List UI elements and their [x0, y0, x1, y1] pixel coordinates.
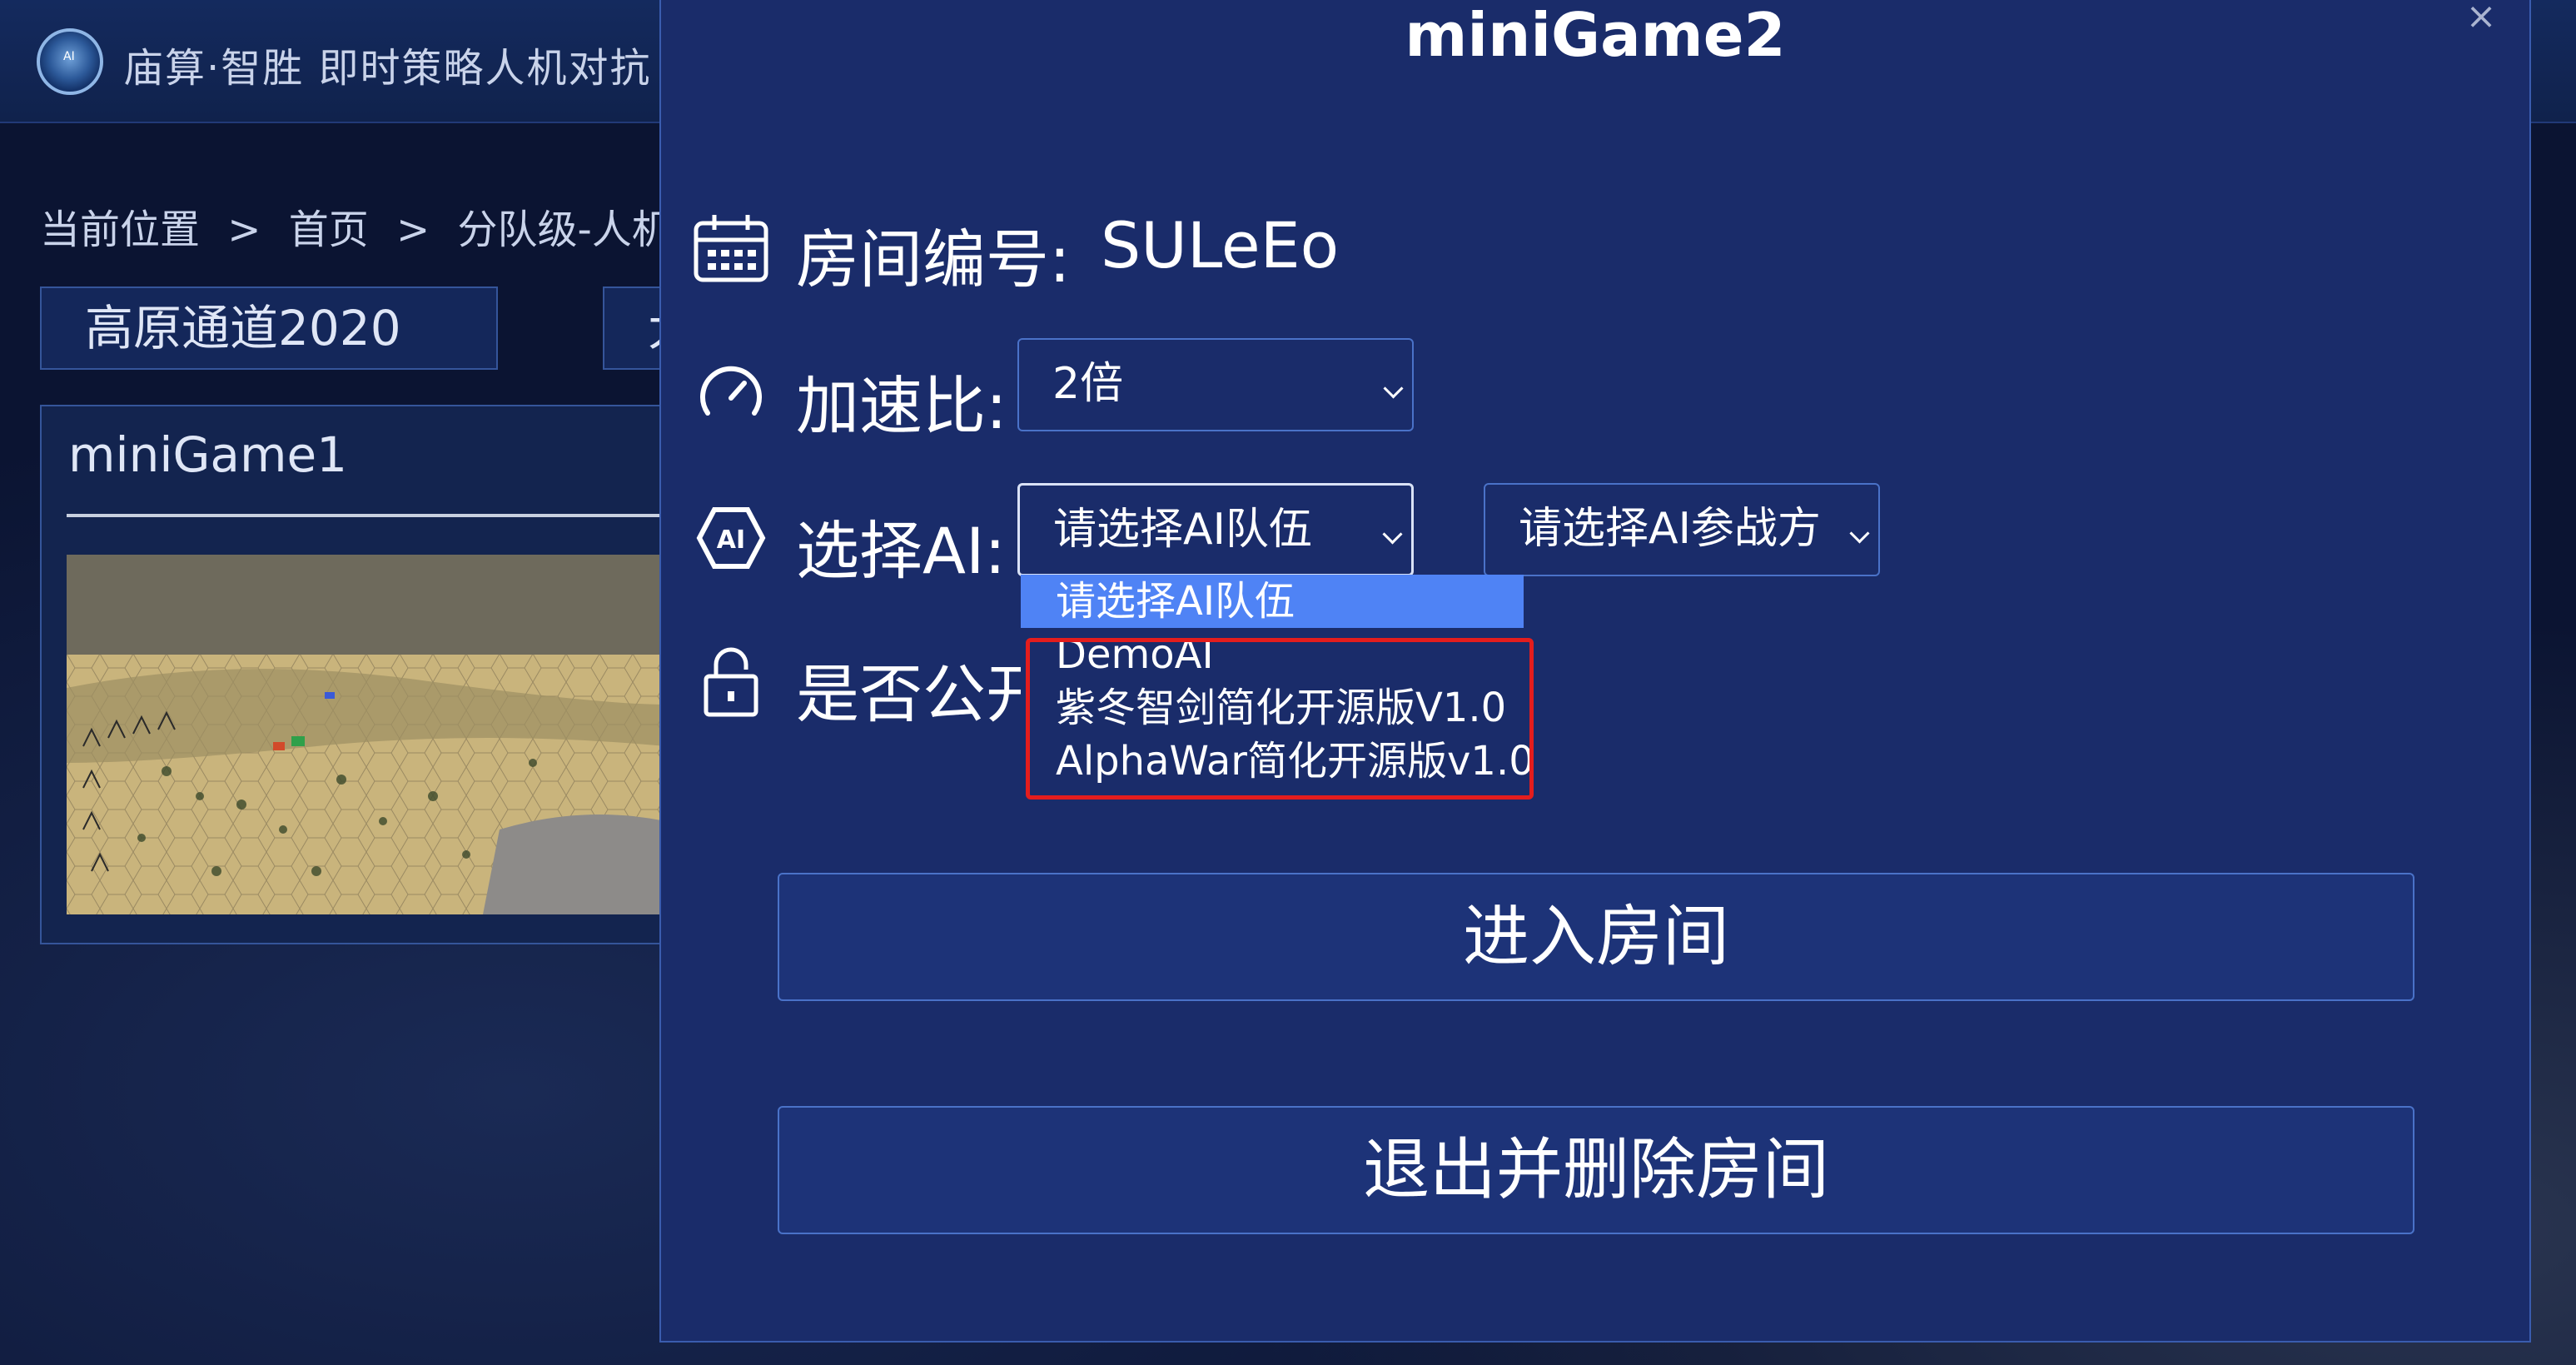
map-tab-gaoyuan[interactable]: 高原通道2020: [40, 286, 498, 370]
calendar-icon: [693, 213, 769, 283]
exit-delete-room-button[interactable]: 退出并删除房间: [778, 1106, 2414, 1234]
chevron-down-icon: [1383, 378, 1404, 399]
dialog-title: miniGame2: [1405, 0, 1786, 70]
chevron-down-icon: [1382, 524, 1403, 545]
svg-text:AI: AI: [717, 526, 745, 555]
ai-team-option-placeholder[interactable]: 请选择AI队伍: [1021, 575, 1524, 628]
enter-room-button[interactable]: 进入房间: [778, 873, 2414, 1001]
speedometer-icon: [696, 358, 766, 428]
speed-select[interactable]: 2倍: [1017, 338, 1414, 431]
room-number-label: 房间编号:: [796, 222, 1071, 296]
room-card-title: miniGame1: [68, 426, 348, 483]
room-number-value: SULeEo: [1101, 208, 1340, 282]
breadcrumb: 当前位置 > 首页 > 分队级-人机对抗: [40, 197, 767, 255]
lock-icon: [701, 646, 761, 718]
app-logo-icon: [37, 28, 103, 95]
ai-team-select-value: 请选择AI队伍: [1053, 505, 1312, 555]
ai-team-select[interactable]: 请选择AI队伍: [1017, 483, 1414, 576]
annotation-highlight-box: [1026, 638, 1534, 800]
ai-side-select-value: 请选择AI参战方: [1519, 504, 1821, 554]
ai-label: 选择AI:: [796, 514, 1007, 588]
breadcrumb-home-link[interactable]: 首页: [289, 207, 369, 253]
terrain-illustration: [67, 555, 666, 914]
public-label: 是否公开: [796, 657, 1049, 731]
breadcrumb-label: 当前位置: [40, 207, 201, 253]
ai-side-select[interactable]: 请选择AI参战方: [1484, 483, 1880, 576]
app-title: 庙算·智胜 即时策略人机对抗: [123, 45, 652, 92]
ai-hexagon-icon: AI: [696, 503, 766, 573]
speed-label: 加速比:: [796, 369, 1007, 443]
breadcrumb-separator: >: [227, 207, 261, 253]
close-icon[interactable]: ×: [2463, 0, 2499, 37]
room-card-divider: [67, 514, 666, 517]
map-thumbnail[interactable]: [67, 555, 666, 914]
speed-select-value: 2倍: [1052, 359, 1124, 409]
breadcrumb-separator: >: [396, 207, 430, 253]
chevron-down-icon: [1849, 523, 1870, 544]
